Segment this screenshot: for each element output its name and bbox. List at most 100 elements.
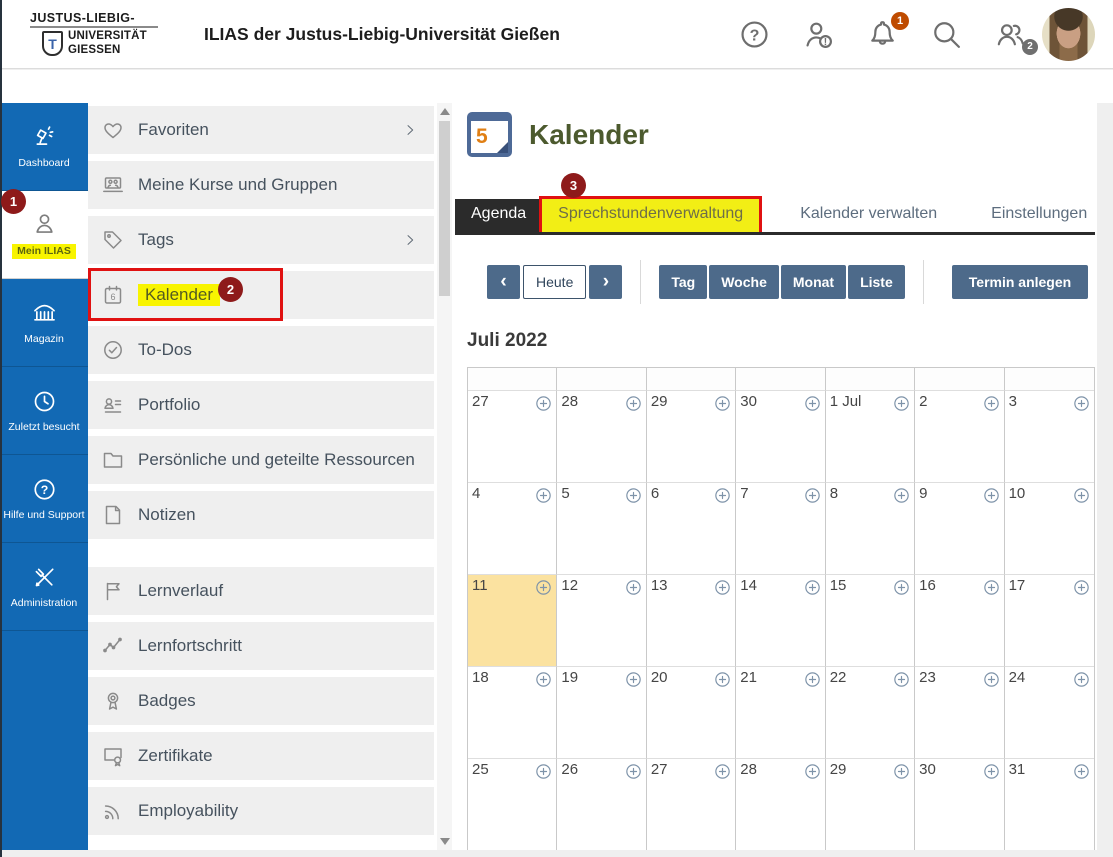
calendar-day-3[interactable]: 3 [1004,390,1094,482]
add-appointment-icon[interactable] [713,394,732,413]
calendar-day-10[interactable]: 10 [1004,482,1094,574]
header-help-icon[interactable]: ? [737,17,772,52]
add-appointment-icon[interactable] [624,486,643,505]
add-appointment-icon[interactable] [892,394,911,413]
calendar-day-26[interactable]: 26 [557,758,647,850]
prev-period-button[interactable]: ‹ [487,265,520,299]
calendar-day-14[interactable]: 14 [736,574,826,666]
add-appointment-icon[interactable] [624,578,643,597]
tab-agenda[interactable]: Agenda [455,199,543,232]
calendar-day-28[interactable]: 28 [736,758,826,850]
calendar-day-19[interactable]: 19 [557,666,647,758]
menu-item-favoriten[interactable]: Favoriten [88,106,434,154]
add-appointment-icon[interactable] [624,670,643,689]
menu-item-portfolio[interactable]: Portfolio [88,381,434,429]
add-appointment-icon[interactable] [1072,578,1091,597]
header-notifications-icon[interactable]: 1 [865,11,909,52]
add-appointment-icon[interactable] [982,762,1001,781]
create-appointment-button[interactable]: Termin anlegen [951,265,1089,299]
rail-item-hilfe-und-support[interactable]: ? Hilfe und Support [0,455,88,543]
add-appointment-icon[interactable] [803,578,822,597]
header-contacts-awareness-icon[interactable]: ! [801,17,836,52]
rail-item-zuletzt-besucht[interactable]: Zuletzt besucht [0,367,88,455]
menu-item-to-dos[interactable]: To-Dos [88,326,434,374]
calendar-day-16[interactable]: 16 [915,574,1005,666]
calendar-day-1-Jul[interactable]: 1 Jul [825,390,916,482]
add-appointment-icon[interactable] [534,486,553,505]
calendar-day-13[interactable]: 13 [646,574,737,666]
add-appointment-icon[interactable] [803,670,822,689]
add-appointment-icon[interactable] [803,762,822,781]
header-search-icon[interactable] [929,17,964,52]
scrollbar-down-arrow[interactable] [440,838,450,845]
menu-item-notizen[interactable]: Notizen [88,491,434,539]
menu-item-zertifikate[interactable]: Zertifikate [88,732,434,780]
add-appointment-icon[interactable] [1072,670,1091,689]
today-button[interactable]: Heute [523,265,587,299]
calendar-day-27[interactable]: 27 [646,758,737,850]
calendar-day-24[interactable]: 24 [1004,666,1094,758]
add-appointment-icon[interactable] [713,578,732,597]
add-appointment-icon[interactable] [892,762,911,781]
calendar-day-8[interactable]: 8 [825,482,916,574]
calendar-day-11[interactable]: 11 [468,574,558,666]
calendar-day-21[interactable]: 21 [736,666,826,758]
view-button-woche[interactable]: Woche [709,265,779,299]
calendar-day-27[interactable]: 27 [468,390,558,482]
user-avatar[interactable] [1042,7,1095,61]
rail-item-magazin[interactable]: Magazin [0,279,88,367]
calendar-day-29[interactable]: 29 [825,758,916,850]
add-appointment-icon[interactable] [982,486,1001,505]
add-appointment-icon[interactable] [713,486,732,505]
view-button-tag[interactable]: Tag [659,265,708,299]
add-appointment-icon[interactable] [534,670,553,689]
view-button-monat[interactable]: Monat [780,265,847,299]
add-appointment-icon[interactable] [624,762,643,781]
add-appointment-icon[interactable] [624,394,643,413]
calendar-day-31[interactable]: 31 [1004,758,1094,850]
calendar-day-30[interactable]: 30 [736,390,826,482]
add-appointment-icon[interactable] [803,486,822,505]
calendar-day-18[interactable]: 18 [468,666,558,758]
calendar-day-2[interactable]: 2 [915,390,1005,482]
calendar-day-28[interactable]: 28 [557,390,647,482]
add-appointment-icon[interactable] [534,578,553,597]
add-appointment-icon[interactable] [892,578,911,597]
calendar-day-9[interactable]: 9 [915,482,1005,574]
add-appointment-icon[interactable] [982,578,1001,597]
add-appointment-icon[interactable] [713,762,732,781]
tab-einstellungen[interactable]: Einstellungen [975,199,1097,232]
menu-item-meine-kurse-und-gruppen[interactable]: Meine Kurse und Gruppen [88,161,434,209]
menu-item-employability[interactable]: Employability [88,787,434,835]
rail-item-administration[interactable]: Administration [0,543,88,631]
add-appointment-icon[interactable] [892,670,911,689]
menu-item-lernverlauf[interactable]: Lernverlauf [88,567,434,615]
calendar-day-29[interactable]: 29 [646,390,737,482]
add-appointment-icon[interactable] [892,486,911,505]
menu-item-badges[interactable]: Badges [88,677,434,725]
menu-item-kalender[interactable]: 6 Kalender [88,271,434,319]
add-appointment-icon[interactable] [1072,486,1091,505]
add-appointment-icon[interactable] [1072,394,1091,413]
calendar-day-23[interactable]: 23 [915,666,1005,758]
menu-item-tags[interactable]: Tags [88,216,434,264]
menu-item-persönliche-und-geteilte-ressourcen[interactable]: Persönliche und geteilte Ressourcen [88,436,434,484]
rail-item-dashboard[interactable]: Dashboard [0,103,88,191]
calendar-day-4[interactable]: 4 [468,482,558,574]
menu-item-lernfortschritt[interactable]: Lernfortschritt [88,622,434,670]
calendar-day-20[interactable]: 20 [646,666,737,758]
add-appointment-icon[interactable] [982,394,1001,413]
calendar-day-30[interactable]: 30 [915,758,1005,850]
header-online-users-icon[interactable]: 2 [993,17,1038,55]
calendar-day-22[interactable]: 22 [825,666,916,758]
calendar-day-15[interactable]: 15 [825,574,916,666]
scrollbar-thumb[interactable] [439,121,450,296]
menu-scrollbar[interactable] [437,103,452,850]
add-appointment-icon[interactable] [803,394,822,413]
add-appointment-icon[interactable] [534,394,553,413]
scrollbar-up-arrow[interactable] [440,108,450,115]
add-appointment-icon[interactable] [982,670,1001,689]
tab-sprechstundenverwaltung[interactable]: Sprechstundenverwaltung [539,196,763,235]
calendar-day-17[interactable]: 17 [1004,574,1094,666]
calendar-day-12[interactable]: 12 [557,574,647,666]
